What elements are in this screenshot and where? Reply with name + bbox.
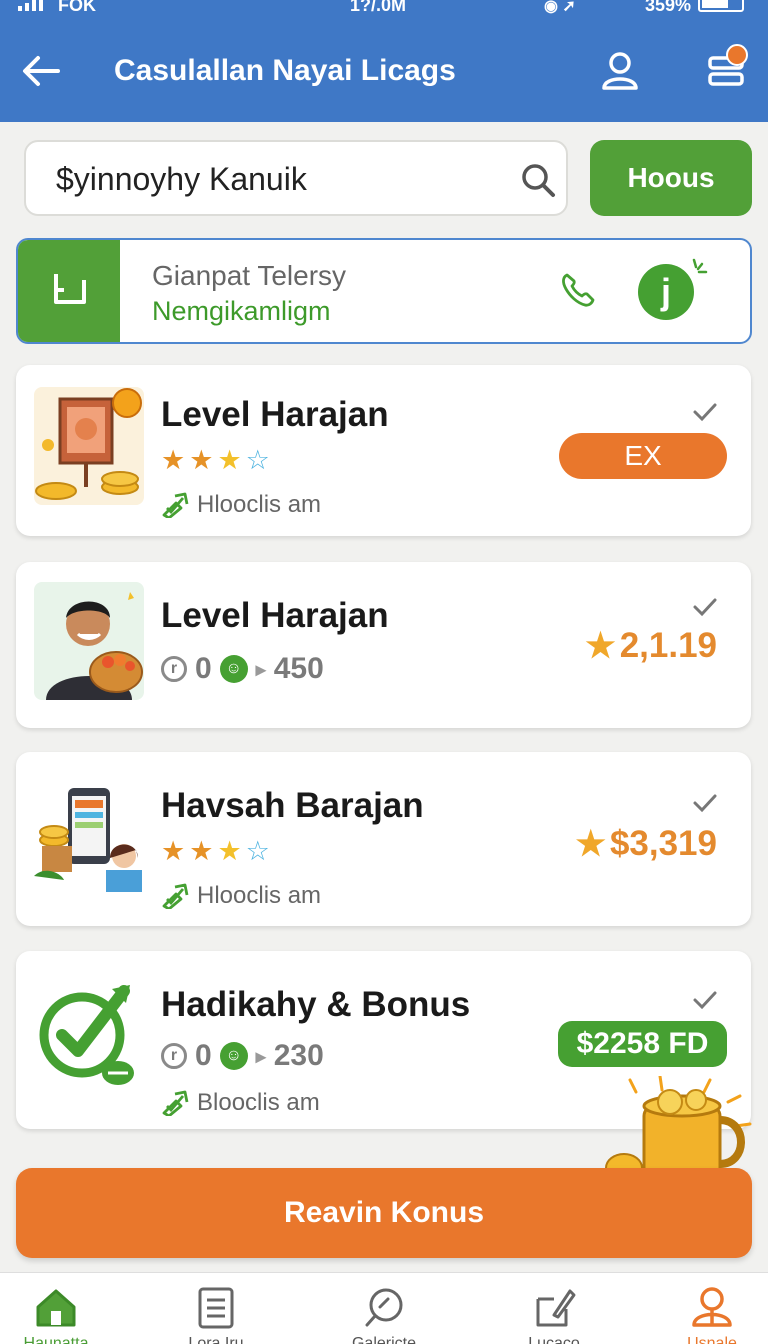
check-icon bbox=[693, 598, 717, 617]
man-with-basket-icon bbox=[34, 582, 144, 700]
arrow-icon: ▸ bbox=[255, 1045, 266, 1068]
card-counts: r 0 ☺ ▸ 450 bbox=[161, 652, 324, 686]
back-arrow-icon[interactable] bbox=[18, 48, 64, 94]
reward-amount-value: 2,1.19 bbox=[619, 626, 717, 665]
card-title: Havsah Barajan bbox=[161, 786, 424, 825]
status-icons: ◉ ➚ bbox=[544, 0, 576, 15]
contact-icon-box bbox=[18, 240, 120, 342]
count-a: 0 bbox=[195, 652, 212, 685]
contact-title: Gianpat Telersy bbox=[152, 260, 347, 291]
star-icon: ★ bbox=[217, 836, 242, 866]
search-icon[interactable] bbox=[518, 160, 558, 200]
search-bar bbox=[24, 140, 568, 216]
card-meta: Hlooclis am bbox=[161, 882, 321, 910]
search-pin-icon bbox=[365, 1288, 403, 1327]
count-b: 230 bbox=[273, 1039, 324, 1072]
reward-amount: ★ 2,1.19 bbox=[585, 626, 717, 666]
phone-coins-icon bbox=[34, 788, 142, 892]
nav-item-profile[interactable]: Usnale bbox=[642, 1273, 768, 1344]
reward-amount-badge: $2258 FD bbox=[558, 1021, 727, 1067]
star-icon: ★ bbox=[217, 445, 242, 475]
redeem-bonus-button[interactable]: Reavin Konus bbox=[16, 1168, 752, 1258]
reward-icon: r bbox=[161, 656, 187, 682]
phone-icon[interactable] bbox=[558, 270, 598, 310]
nav-label: Usnale bbox=[687, 1335, 737, 1344]
home-icon bbox=[36, 1289, 76, 1327]
signal-icon bbox=[18, 0, 43, 11]
card-meta-text: Hlooclis am bbox=[197, 882, 322, 909]
status-bar: FOK 1?/.0M ◉ ➚ 359% bbox=[0, 0, 768, 18]
card-title: Level Harajan bbox=[161, 395, 389, 434]
notification-dot bbox=[726, 44, 748, 66]
card-meta: Hlooclis am bbox=[161, 491, 321, 519]
green-coin-icon: ☺ bbox=[219, 1042, 248, 1070]
arrow-icon: ▸ bbox=[255, 658, 266, 681]
nav-item-list[interactable]: Lora Iru bbox=[146, 1273, 286, 1344]
nav-label: Galericte bbox=[351, 1335, 417, 1344]
star-icon: ★ bbox=[585, 627, 616, 665]
star-outline-icon: ☆ bbox=[245, 445, 270, 475]
nav-label: Lucaco bbox=[528, 1335, 580, 1344]
contact-card[interactable]: Gianpat Telersy Nemgikamligm j bbox=[16, 238, 752, 344]
card-meta: Blooclis am bbox=[161, 1089, 320, 1117]
check-icon bbox=[693, 403, 717, 422]
carrier-label: FOK bbox=[58, 0, 96, 15]
sparkle-icon bbox=[692, 258, 708, 274]
clock: 1?/.0M bbox=[350, 0, 407, 15]
verified-tag-icon bbox=[162, 883, 189, 909]
contact-subtitle: Nemgikamligm bbox=[152, 296, 331, 326]
user-icon[interactable] bbox=[598, 48, 642, 92]
check-icon bbox=[693, 794, 717, 813]
star-rating: ★ ★ ★ ☆ bbox=[161, 838, 270, 865]
nav-label: Haunatta bbox=[23, 1335, 89, 1344]
reward-amount: ★ $3,319 bbox=[575, 824, 717, 864]
star-icon: ★ bbox=[189, 445, 214, 475]
nav-item-location[interactable]: Lucaco bbox=[484, 1273, 624, 1344]
star-icon: ★ bbox=[575, 825, 606, 863]
offer-card[interactable]: Havsah Barajan ★ ★ ★ ☆ Hlooclis am ★ $3,319 bbox=[16, 752, 751, 926]
star-outline-icon: ☆ bbox=[245, 836, 270, 866]
card-meta-text: Hlooclis am bbox=[197, 491, 322, 518]
offer-card[interactable]: Level Harajan r 0 ☺ ▸ 450 ★ 2,1.19 bbox=[16, 562, 751, 728]
green-coin-icon: ☺ bbox=[219, 655, 248, 683]
card-meta-text: Blooclis am bbox=[197, 1089, 320, 1116]
hours-button[interactable]: Hoous bbox=[590, 140, 752, 216]
people-icon bbox=[692, 1287, 732, 1327]
door-icon bbox=[54, 274, 86, 304]
bottom-nav: Haunatta Lora Iru Galericte Lucaco Usnal… bbox=[0, 1272, 768, 1344]
count-b: 450 bbox=[273, 652, 324, 685]
star-icon: ★ bbox=[161, 445, 186, 475]
battery-percent: 359% bbox=[645, 0, 692, 15]
battery-icon bbox=[698, 0, 744, 12]
check-icon bbox=[693, 991, 717, 1010]
star-icon: ★ bbox=[161, 836, 186, 866]
verified-tag-icon bbox=[162, 492, 189, 518]
nav-item-home[interactable]: Haunatta bbox=[0, 1273, 126, 1344]
page-title: Casulallan Nayai Licags bbox=[114, 54, 456, 87]
card-counts: r 0 ☺ ▸ 230 bbox=[161, 1039, 324, 1073]
card-title: Level Harajan bbox=[161, 596, 389, 635]
billboard-coins-icon bbox=[34, 387, 144, 505]
app-header: FOK 1?/.0M ◉ ➚ 359% Casulallan Nayai Lic… bbox=[0, 0, 768, 122]
reward-amount-value: $3,319 bbox=[609, 824, 717, 863]
count-a: 0 bbox=[195, 1039, 212, 1072]
nav-label: Lora Iru bbox=[188, 1335, 244, 1344]
search-input[interactable] bbox=[56, 156, 516, 202]
reward-icon: r bbox=[161, 1043, 187, 1069]
document-icon bbox=[198, 1287, 234, 1329]
verified-tag-icon bbox=[162, 1090, 189, 1116]
star-icon: ★ bbox=[189, 836, 214, 866]
nav-item-gallery[interactable]: Galericte bbox=[314, 1273, 454, 1344]
green-check-badge-icon bbox=[39, 985, 134, 1085]
action-button[interactable]: EX bbox=[559, 433, 727, 479]
offer-card[interactable]: Level Harajan ★ ★ ★ ☆ Hlooclis am EX bbox=[16, 365, 751, 536]
star-rating: ★ ★ ★ ☆ bbox=[161, 447, 270, 474]
edit-square-icon bbox=[536, 1289, 576, 1327]
card-title: Hadikahy & Bonus bbox=[161, 985, 471, 1024]
